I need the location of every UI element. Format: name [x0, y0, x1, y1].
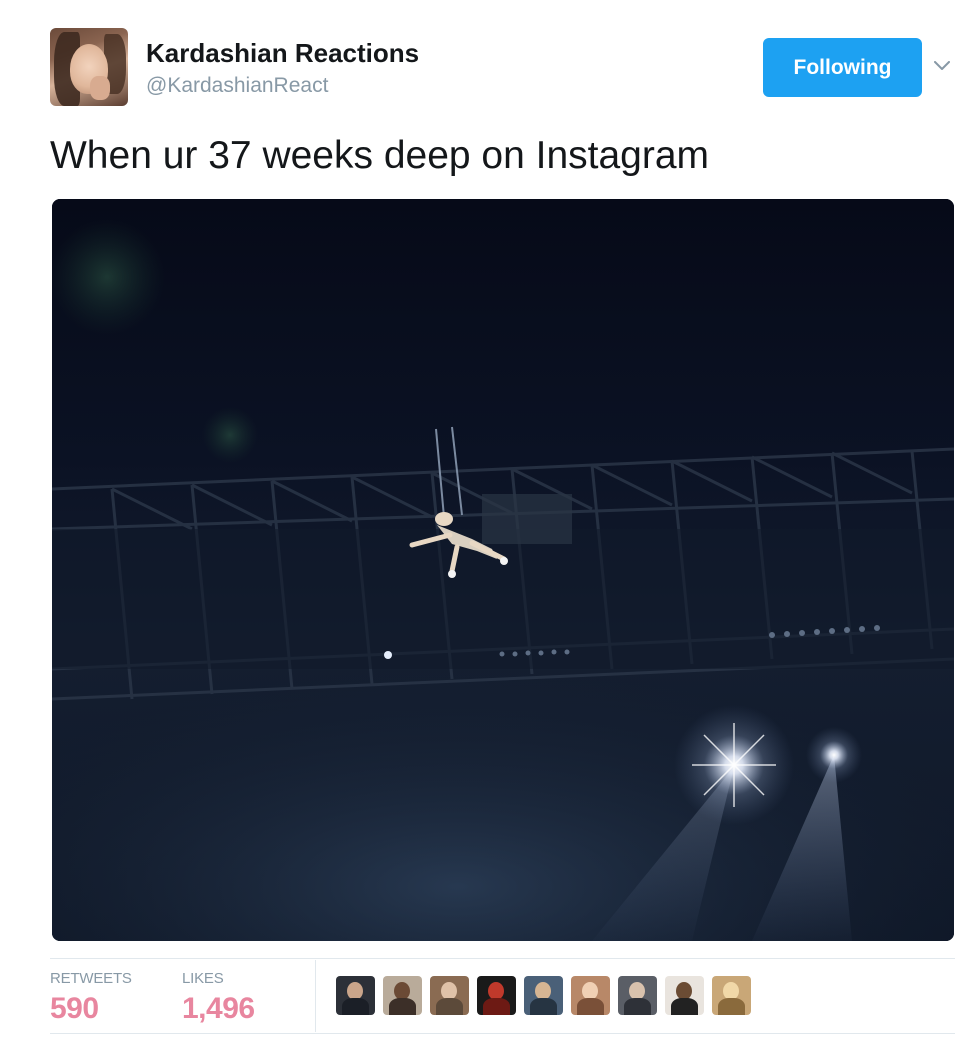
liker-avatar-3[interactable] [430, 976, 469, 1015]
liker-avatar-8[interactable] [665, 976, 704, 1015]
liker-avatar-6[interactable] [571, 976, 610, 1015]
following-button[interactable]: Following [763, 38, 922, 97]
liker-avatar-7[interactable] [618, 976, 657, 1015]
chevron-down-glyph [934, 61, 950, 70]
tweet-card: Kardashian Reactions @KardashianReact Fo… [0, 0, 980, 1051]
liker-avatar-2[interactable] [383, 976, 422, 1015]
liker-avatar-4[interactable] [477, 976, 516, 1015]
liker-avatar-9[interactable] [712, 976, 751, 1015]
likes-stat[interactable]: LIKES 1,496 [182, 970, 255, 1026]
liker-avatar-5[interactable] [524, 976, 563, 1015]
likes-label: LIKES [182, 970, 224, 987]
likes-count: 1,496 [182, 992, 255, 1025]
author-avatar[interactable] [50, 28, 128, 106]
stage-scene-illustration [52, 199, 954, 941]
liker-avatar-1[interactable] [336, 976, 375, 1015]
tweet-text: When ur 37 weeks deep on Instagram [50, 134, 710, 177]
author-handle[interactable]: @KardashianReact [146, 74, 328, 98]
chevron-down-icon[interactable] [932, 56, 952, 76]
tweet-media-image[interactable] [52, 199, 954, 941]
retweets-count: 590 [50, 992, 99, 1025]
avatar-hand [90, 76, 110, 100]
stats-divider-bottom [50, 1033, 955, 1034]
author-display-name[interactable]: Kardashian Reactions [146, 38, 419, 69]
stats-divider-top [50, 958, 955, 959]
retweets-stat[interactable]: RETWEETS 590 [50, 970, 132, 1026]
stats-divider-vertical [315, 960, 316, 1032]
retweets-label: RETWEETS [50, 970, 132, 987]
